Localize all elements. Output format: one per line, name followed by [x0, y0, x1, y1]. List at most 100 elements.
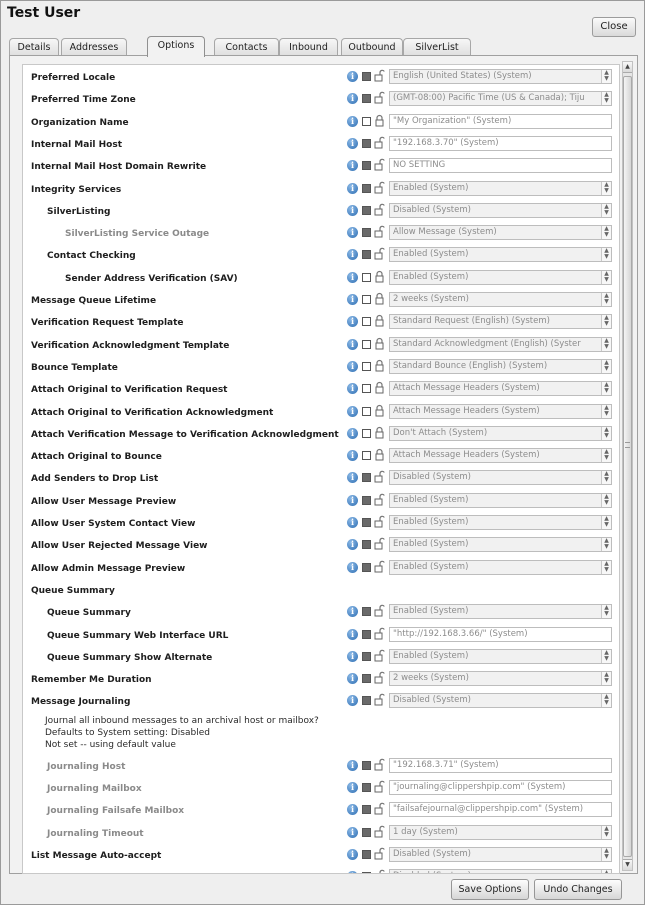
setting-select[interactable]: Enabled (System) ▲ ▼	[389, 492, 612, 508]
unlock-icon[interactable]	[374, 560, 385, 574]
unlock-icon[interactable]	[374, 627, 385, 641]
setting-select[interactable]: Enabled (System) ▲ ▼	[389, 648, 612, 664]
info-icon[interactable]: i	[347, 650, 358, 662]
tab-details[interactable]: Details	[9, 38, 59, 56]
unlock-icon[interactable]	[374, 181, 385, 195]
setting-input[interactable]: "failsafejournal@clippershpip.com" (Syst…	[389, 802, 612, 818]
info-icon[interactable]: i	[347, 450, 358, 462]
unlock-icon[interactable]	[374, 136, 385, 150]
unlock-icon[interactable]	[374, 470, 385, 484]
unlock-icon[interactable]	[374, 649, 385, 663]
tab-inbound[interactable]: Inbound	[279, 38, 338, 56]
info-icon[interactable]: i	[347, 517, 358, 528]
setting-select[interactable]: English (United States) (System) ▲ ▼	[389, 69, 612, 84]
lock-icon[interactable]	[374, 404, 385, 418]
setting-select[interactable]: Standard Bounce (English) (System) ▲ ▼	[389, 358, 612, 374]
setting-select[interactable]: Attach Message Headers (System) ▲ ▼	[389, 381, 612, 397]
info-icon[interactable]: i	[347, 628, 358, 640]
setting-input[interactable]: "My Organization" (System)	[389, 113, 612, 129]
info-icon[interactable]: i	[347, 695, 358, 707]
override-checkbox[interactable]	[362, 696, 371, 706]
override-checkbox[interactable]	[362, 250, 371, 260]
override-checkbox[interactable]	[362, 317, 371, 327]
info-icon[interactable]: i	[347, 71, 358, 82]
info-icon[interactable]: i	[347, 204, 358, 216]
override-checkbox[interactable]	[362, 161, 371, 171]
setting-select[interactable]: Allow Message (System) ▲ ▼	[389, 225, 612, 241]
info-icon[interactable]: i	[347, 848, 358, 860]
save-options-button[interactable]: Save Options	[451, 879, 529, 900]
setting-select[interactable]: Don't Attach (System) ▲ ▼	[389, 425, 612, 441]
setting-input[interactable]: "192.168.3.70" (System)	[389, 135, 612, 151]
setting-select[interactable]: Enabled (System) ▲ ▼	[389, 269, 612, 285]
override-checkbox[interactable]	[362, 607, 371, 617]
info-icon[interactable]: i	[347, 137, 358, 149]
override-checkbox[interactable]	[362, 760, 371, 770]
override-checkbox[interactable]	[362, 384, 371, 394]
override-checkbox[interactable]	[362, 205, 371, 215]
override-checkbox[interactable]	[362, 183, 371, 193]
info-icon[interactable]: i	[347, 759, 358, 771]
info-icon[interactable]: i	[347, 673, 358, 685]
unlock-icon[interactable]	[374, 158, 385, 172]
scroll-up-icon[interactable]: ▲	[623, 62, 632, 73]
setting-select[interactable]: Disabled (System) ▲▼	[389, 470, 612, 486]
info-icon[interactable]: i	[347, 294, 358, 305]
override-checkbox[interactable]	[362, 361, 371, 371]
override-checkbox[interactable]	[362, 629, 371, 639]
setting-input[interactable]: "journaling@clippershpip.com" (System)	[389, 780, 612, 795]
setting-select[interactable]: Disabled (System) ▲▼	[389, 846, 612, 862]
unlock-icon[interactable]	[374, 604, 385, 618]
lock-icon[interactable]	[374, 426, 385, 440]
scrollbar-thumb[interactable]	[623, 76, 632, 857]
setting-select[interactable]: Enabled (System) ▲ ▼	[389, 247, 612, 263]
tab-contacts[interactable]: Contacts	[214, 38, 279, 56]
override-checkbox[interactable]	[362, 872, 371, 873]
tab-options[interactable]: Options	[147, 36, 205, 57]
override-checkbox[interactable]	[362, 805, 371, 815]
info-icon[interactable]: i	[347, 782, 358, 793]
unlock-icon[interactable]	[374, 247, 385, 261]
setting-select[interactable]: Enabled (System) ▲ ▼	[389, 180, 612, 196]
unlock-icon[interactable]	[374, 847, 385, 861]
info-icon[interactable]: i	[347, 182, 358, 194]
info-icon[interactable]: i	[347, 115, 358, 127]
lock-icon[interactable]	[374, 292, 385, 306]
setting-select[interactable]: Enabled (System) ▲ ▼	[389, 537, 612, 553]
lock-icon[interactable]	[374, 448, 385, 462]
override-checkbox[interactable]	[362, 827, 371, 837]
scroll-down-icon[interactable]: ▼	[623, 859, 632, 870]
info-icon[interactable]: i	[347, 93, 358, 105]
undo-changes-button[interactable]: Undo Changes	[534, 879, 622, 900]
setting-select[interactable]: Disabled (System) ▲▼	[389, 869, 612, 873]
info-icon[interactable]: i	[347, 826, 358, 838]
lock-icon[interactable]	[374, 381, 385, 395]
tab-silverlist[interactable]: SilverList	[403, 38, 471, 56]
override-checkbox[interactable]	[362, 138, 371, 148]
unlock-icon[interactable]	[374, 515, 385, 529]
setting-select[interactable]: Disabled (System) ▲▼	[389, 202, 612, 218]
setting-select[interactable]: Disabled (System) ▲▼	[389, 693, 612, 709]
lock-icon[interactable]	[374, 270, 385, 284]
setting-select[interactable]: Attach Message Headers (System) ▲ ▼	[389, 448, 612, 464]
tab-addresses[interactable]: Addresses	[61, 38, 127, 56]
setting-select[interactable]: Standard Request (English) (System) ▲ ▼	[389, 314, 612, 330]
setting-select[interactable]: (GMT-08:00) Pacific Time (US & Canada); …	[389, 91, 612, 107]
unlock-icon[interactable]	[374, 869, 385, 873]
lock-icon[interactable]	[374, 359, 385, 373]
info-icon[interactable]: i	[347, 561, 358, 573]
override-checkbox[interactable]	[362, 540, 371, 550]
override-checkbox[interactable]	[362, 849, 371, 859]
override-checkbox[interactable]	[362, 94, 371, 104]
unlock-icon[interactable]	[374, 693, 385, 707]
info-icon[interactable]: i	[347, 271, 358, 283]
info-icon[interactable]: i	[347, 249, 358, 261]
setting-input[interactable]: "192.168.3.71" (System)	[389, 757, 612, 773]
info-icon[interactable]: i	[347, 383, 358, 395]
setting-select[interactable]: 2 weeks (System) ▲ ▼	[389, 292, 612, 307]
setting-input[interactable]: "http://192.168.3.66/" (System)	[389, 626, 612, 642]
lock-icon[interactable]	[374, 337, 385, 351]
unlock-icon[interactable]	[374, 758, 385, 772]
override-checkbox[interactable]	[362, 295, 371, 304]
unlock-icon[interactable]	[374, 493, 385, 507]
